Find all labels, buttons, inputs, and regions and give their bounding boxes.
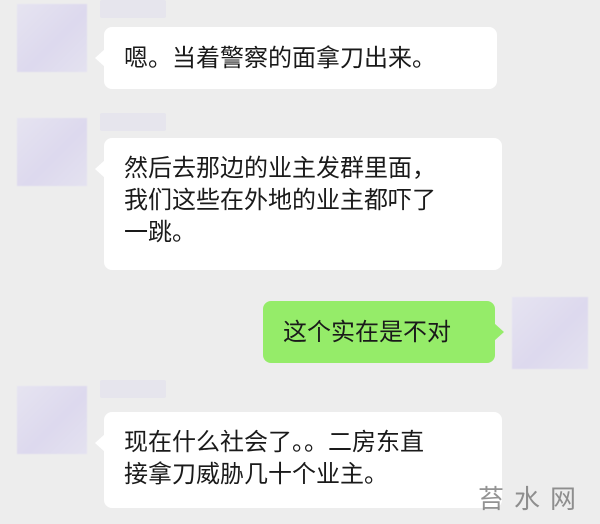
avatar-self[interactable] — [512, 297, 588, 369]
avatar[interactable] — [17, 386, 87, 454]
sender-name — [100, 0, 166, 18]
watermark-logo: 苔水网 — [477, 485, 586, 515]
sender-name — [100, 113, 166, 131]
message-bubble-incoming[interactable]: 然后去那边的业主发群里面， 我们这些在外地的业主都吓了 一跳。 — [95, 138, 502, 270]
avatar[interactable] — [17, 118, 87, 186]
sender-name — [100, 380, 166, 398]
message-bubble-outgoing[interactable]: 这个实在是不对 — [263, 301, 504, 363]
avatar[interactable] — [17, 4, 87, 72]
message-bubble-incoming[interactable]: 嗯。当着警察的面拿刀出来。 — [95, 27, 497, 89]
message-bubble-incoming[interactable]: 现在什么社会了。。二房东直 接拿刀威胁几十个业主。 — [95, 412, 502, 508]
